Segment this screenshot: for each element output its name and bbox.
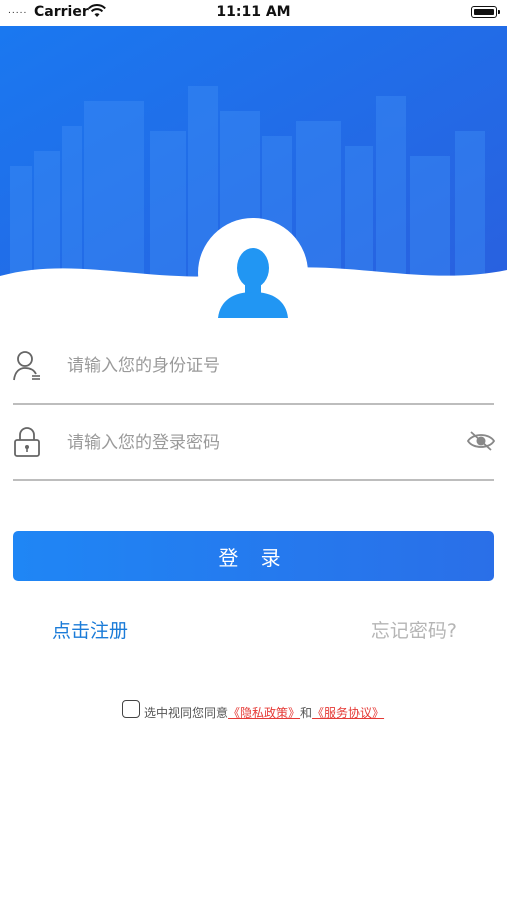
agreement-conjunction: 和 [300,706,313,720]
agreement-prefix: 选中视同您同意 [144,706,229,720]
forgot-password-link[interactable]: 忘记密码? [371,616,457,643]
user-avatar-icon [218,248,288,318]
login-button[interactable]: 登 录 [13,531,494,581]
status-bar: ..... Carrier 11:11 AM [0,0,507,26]
privacy-policy-link[interactable]: 《隐私政策》 [228,706,300,720]
status-time: 11:11 AM [216,4,291,20]
battery-icon [471,6,500,18]
id-number-underline [13,403,494,405]
password-input[interactable] [67,428,447,458]
password-underline [13,479,494,481]
avatar[interactable] [198,218,308,328]
user-icon [13,351,40,381]
agree-checkbox[interactable] [122,700,140,718]
id-number-input[interactable] [67,351,447,381]
register-link[interactable]: 点击注册 [52,616,128,643]
agreement-text: 选中视同您同意《隐私政策》和《服务协议》 [144,704,384,721]
service-agreement-link[interactable]: 《服务协议》 [312,706,384,720]
eye-slash-icon[interactable] [467,430,495,452]
lock-icon [14,427,40,457]
